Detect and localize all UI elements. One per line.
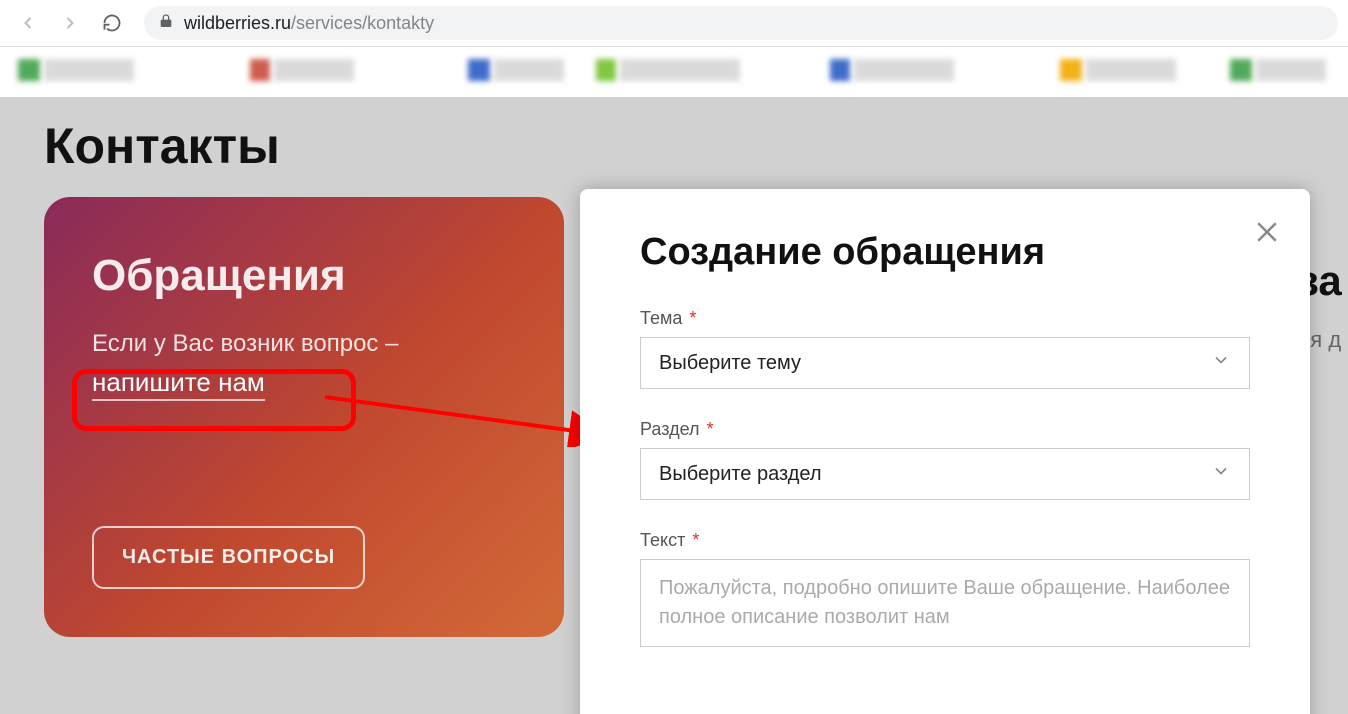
card-heading: Обращения bbox=[92, 251, 516, 301]
chevron-down-icon bbox=[1211, 350, 1231, 376]
text-label: Текст * bbox=[640, 530, 1262, 551]
required-mark: * bbox=[692, 530, 699, 550]
bookmarks-bar bbox=[0, 47, 1348, 97]
required-mark: * bbox=[707, 419, 714, 439]
section-label-text: Раздел bbox=[640, 419, 700, 439]
close-button[interactable] bbox=[1252, 217, 1282, 247]
annotation-highlight-box bbox=[72, 369, 356, 431]
card-subtext: Если у Вас возник вопрос – bbox=[92, 327, 516, 361]
page-content: Контакты Обращения Если у Вас возник воп… bbox=[0, 97, 1348, 714]
theme-select-value: Выберите тему bbox=[659, 352, 801, 375]
section-select-value: Выберите раздел bbox=[659, 463, 822, 486]
url-host: wildberries.ru bbox=[184, 13, 291, 33]
appeals-card: Обращения Если у Вас возник вопрос – нап… bbox=[44, 197, 564, 637]
section-select[interactable]: Выберите раздел bbox=[640, 448, 1250, 500]
modal-title: Создание обращения bbox=[640, 231, 1262, 274]
create-appeal-modal: Создание обращения Тема * Выберите тему … bbox=[580, 189, 1310, 714]
theme-label-text: Тема bbox=[640, 308, 682, 328]
theme-select[interactable]: Выберите тему bbox=[640, 337, 1250, 389]
theme-label: Тема * bbox=[640, 308, 1262, 329]
url-text: wildberries.ru/services/kontakty bbox=[184, 13, 434, 34]
page-title: Контакты bbox=[44, 117, 280, 175]
section-label: Раздел * bbox=[640, 419, 1262, 440]
lock-icon bbox=[158, 13, 174, 34]
browser-toolbar: wildberries.ru/services/kontakty bbox=[0, 0, 1348, 47]
url-path: /services/kontakty bbox=[291, 13, 434, 33]
faq-button[interactable]: ЧАСТЫЕ ВОПРОСЫ bbox=[92, 526, 365, 589]
text-label-text: Текст bbox=[640, 530, 685, 550]
address-bar[interactable]: wildberries.ru/services/kontakty bbox=[144, 6, 1338, 40]
text-textarea[interactable]: Пожалуйста, подробно опишите Ваше обраще… bbox=[640, 559, 1250, 647]
chevron-down-icon bbox=[1211, 461, 1231, 487]
back-button[interactable] bbox=[10, 5, 46, 41]
forward-button[interactable] bbox=[52, 5, 88, 41]
reload-button[interactable] bbox=[94, 5, 130, 41]
required-mark: * bbox=[689, 308, 696, 328]
